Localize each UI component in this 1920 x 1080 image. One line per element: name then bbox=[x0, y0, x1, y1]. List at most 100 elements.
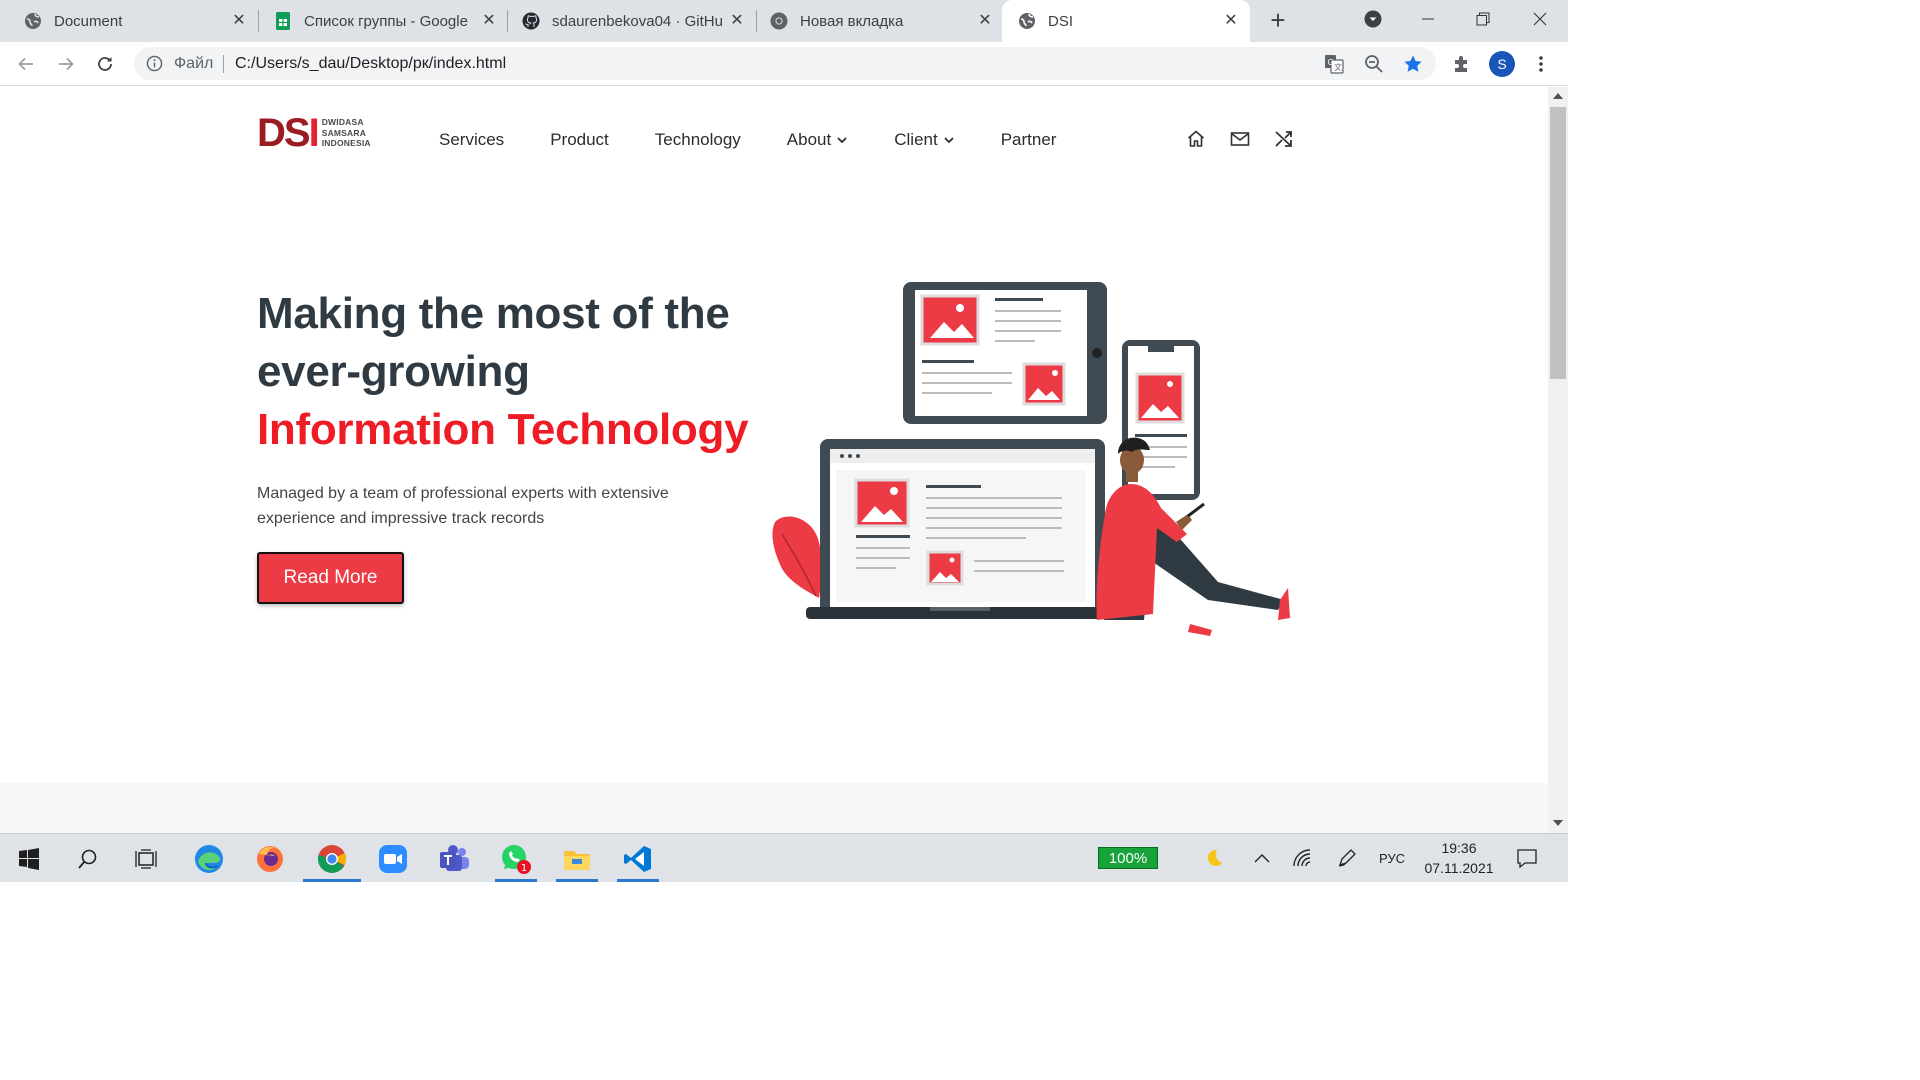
notifications-icon[interactable] bbox=[1514, 846, 1540, 870]
address-scheme: Файл bbox=[174, 55, 214, 72]
tab-google-sheets[interactable]: Список группы - Google ✕ bbox=[250, 0, 508, 42]
arrow-left-icon bbox=[18, 57, 33, 71]
nav-technology[interactable]: Technology bbox=[655, 130, 741, 150]
scrollbar-thumb[interactable] bbox=[1550, 107, 1566, 379]
tab-title: Список группы - Google bbox=[304, 12, 468, 30]
globe-icon bbox=[1018, 12, 1036, 30]
tab-title: DSI bbox=[1048, 12, 1074, 30]
minimize-button[interactable] bbox=[1400, 0, 1456, 38]
taskbar-whatsapp[interactable]: 1 bbox=[491, 838, 541, 882]
address-bar[interactable]: Файл C:/Users/s_dau/Desktop/рк/index.htm… bbox=[134, 47, 1436, 80]
address-url[interactable]: C:/Users/s_dau/Desktop/рк/index.html bbox=[235, 55, 506, 73]
mail-icon[interactable] bbox=[1229, 128, 1251, 150]
start-button[interactable] bbox=[4, 838, 54, 879]
read-more-button[interactable]: Read More bbox=[257, 552, 404, 604]
taskbar-vscode[interactable] bbox=[613, 838, 663, 882]
leaf-decoration bbox=[772, 516, 822, 598]
logo-wordmark: DWIDASA SAMSARA INDONESIA bbox=[322, 117, 371, 149]
extensions-button[interactable] bbox=[1448, 50, 1476, 78]
scroll-up-arrow-icon[interactable] bbox=[1553, 93, 1563, 99]
close-tab-icon[interactable]: ✕ bbox=[728, 12, 746, 30]
hero-description: Managed by a team of professional expert… bbox=[257, 485, 669, 527]
tab-dsi[interactable]: DSI ✕ bbox=[1002, 0, 1250, 42]
file-explorer-icon bbox=[564, 850, 590, 870]
nav-about[interactable]: About bbox=[787, 130, 848, 150]
address-divider bbox=[223, 55, 224, 73]
browser-toolbar: Файл C:/Users/s_dau/Desktop/рк/index.htm… bbox=[0, 42, 1568, 86]
task-view-icon bbox=[135, 848, 157, 869]
menu-button[interactable] bbox=[1527, 50, 1555, 78]
next-section-band bbox=[0, 783, 1548, 833]
firefox-icon bbox=[257, 845, 283, 872]
input-language[interactable]: РУС bbox=[1374, 846, 1410, 870]
main-nav: Services Product Technology About Client… bbox=[439, 130, 1102, 150]
logo-mark: DSI bbox=[257, 113, 320, 153]
nav-client[interactable]: Client bbox=[894, 130, 954, 150]
new-tab-button[interactable]: + bbox=[1265, 7, 1291, 34]
profile-avatar[interactable]: S bbox=[1489, 51, 1515, 77]
chrome-icon bbox=[317, 844, 347, 873]
pen-icon[interactable] bbox=[1334, 846, 1360, 870]
zoom-out-icon[interactable] bbox=[1362, 52, 1386, 76]
restore-button[interactable] bbox=[1455, 0, 1511, 38]
nav-product[interactable]: Product bbox=[550, 130, 609, 150]
taskbar-zoom[interactable] bbox=[368, 838, 418, 879]
scroll-down-arrow-icon[interactable] bbox=[1553, 820, 1563, 826]
arrow-right-icon bbox=[59, 57, 74, 71]
close-tab-icon[interactable]: ✕ bbox=[480, 12, 498, 30]
close-window-button[interactable] bbox=[1512, 0, 1568, 38]
reload-button[interactable] bbox=[91, 50, 119, 78]
page-scrollbar[interactable] bbox=[1548, 87, 1568, 833]
taskbar-edge[interactable] bbox=[184, 838, 234, 879]
globe-icon bbox=[24, 12, 42, 30]
night-light-icon[interactable] bbox=[1200, 846, 1228, 870]
taskbar-firefox[interactable] bbox=[245, 838, 295, 879]
back-button[interactable] bbox=[12, 50, 40, 78]
nav-label: Technology bbox=[654, 130, 741, 149]
tab-document[interactable]: Document ✕ bbox=[0, 0, 258, 42]
close-tab-icon[interactable]: ✕ bbox=[230, 12, 248, 30]
hero-heading-line: Making the most of the bbox=[257, 289, 730, 338]
logo-line: SAMSARA bbox=[321, 127, 367, 138]
bookmark-star-icon[interactable] bbox=[1401, 52, 1425, 76]
zoom-icon bbox=[379, 844, 407, 873]
taskbar-file-explorer[interactable] bbox=[552, 838, 602, 882]
nav-icon-group bbox=[1185, 128, 1317, 150]
close-tab-icon[interactable]: ✕ bbox=[1222, 12, 1240, 30]
svg-text:文: 文 bbox=[1334, 62, 1342, 72]
tab-new-tab[interactable]: Новая вкладка ✕ bbox=[746, 0, 1004, 42]
close-tab-icon[interactable]: ✕ bbox=[976, 12, 994, 30]
nav-label: Services bbox=[439, 130, 505, 149]
battery-indicator[interactable]: 100% bbox=[1098, 847, 1158, 869]
logo-line: INDONESIA bbox=[321, 138, 371, 149]
nav-partner[interactable]: Partner bbox=[1001, 130, 1057, 150]
taskbar-teams[interactable] bbox=[429, 838, 479, 879]
wifi-icon[interactable] bbox=[1290, 846, 1316, 870]
info-icon[interactable] bbox=[146, 55, 163, 72]
minimize-icon bbox=[1422, 18, 1434, 20]
translate-icon[interactable]: G文 bbox=[1322, 52, 1346, 76]
site-logo[interactable]: DSI DWIDASA SAMSARA INDONESIA bbox=[257, 113, 371, 153]
restore-icon bbox=[1476, 12, 1490, 26]
hero-heading-accent: Information Technology bbox=[257, 405, 749, 454]
home-icon[interactable] bbox=[1185, 128, 1207, 150]
github-icon bbox=[522, 12, 540, 30]
nav-label: Product bbox=[550, 130, 609, 149]
logo-line: DWIDASA bbox=[321, 117, 364, 128]
tab-github[interactable]: sdaurenbekova04 · GitHub ✕ bbox=[498, 0, 756, 42]
windows-start-icon bbox=[19, 847, 39, 870]
taskbar-chrome[interactable] bbox=[303, 838, 361, 882]
vscode-icon bbox=[624, 845, 651, 872]
tab-title: Новая вкладка bbox=[800, 12, 904, 30]
windows-taskbar: 1 100% РУС 19:36 07.11.2021 bbox=[0, 833, 1568, 882]
show-hidden-icons-chevron-icon[interactable] bbox=[1250, 846, 1274, 870]
tab-search-button[interactable] bbox=[1345, 0, 1401, 38]
taskbar-search-button[interactable] bbox=[63, 838, 113, 879]
forward-button[interactable] bbox=[52, 50, 80, 78]
system-clock[interactable]: 19:36 07.11.2021 bbox=[1418, 838, 1500, 878]
task-view-button[interactable] bbox=[121, 838, 171, 879]
nav-label: About bbox=[786, 130, 832, 149]
nav-services[interactable]: Services bbox=[439, 130, 504, 150]
teams-icon bbox=[440, 844, 469, 871]
shuffle-icon[interactable] bbox=[1273, 128, 1295, 150]
